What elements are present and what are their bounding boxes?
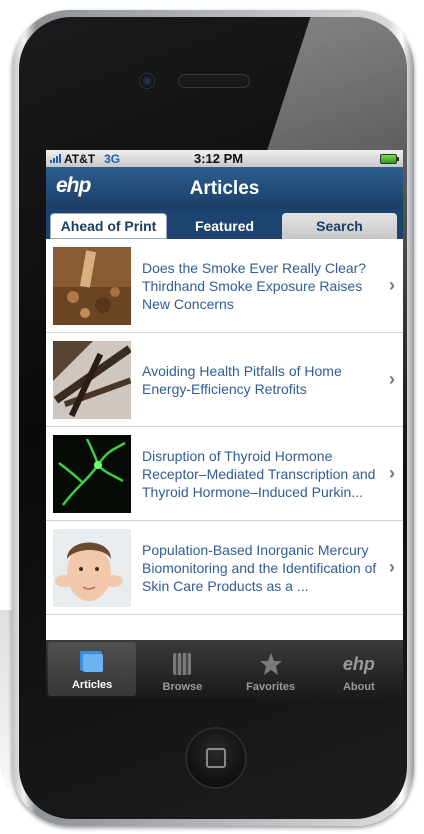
list-item[interactable]: Does the Smoke Ever Really Clear? Thirdh…	[46, 239, 403, 333]
tab-browse[interactable]: Browse	[138, 640, 226, 698]
tab-label: Browse	[162, 681, 203, 693]
chevron-right-icon: ›	[389, 369, 395, 389]
segment-control: Ahead of Print Featured Search	[46, 209, 403, 239]
signal-bars-icon	[50, 154, 61, 163]
article-title: Does the Smoke Ever Really Clear? Thirdh…	[142, 259, 367, 312]
tab-about[interactable]: ehp About	[315, 640, 403, 698]
front-camera	[139, 73, 155, 89]
article-title: Avoiding Health Pitfalls of Home Energy-…	[142, 362, 342, 397]
articles-icon	[78, 648, 106, 676]
nav-bar: ehp Articles	[46, 167, 403, 209]
app-screen: AT&T 3G 3:12 PM ehp Articles Ahead of Pr…	[46, 150, 403, 698]
green-neuron-thumbnail	[53, 434, 131, 513]
carrier-name: AT&T	[64, 151, 96, 166]
woman-face-cream-thumbnail	[53, 528, 131, 607]
status-bar: AT&T 3G 3:12 PM	[46, 150, 403, 167]
home-button[interactable]	[185, 727, 247, 789]
chevron-right-icon: ›	[389, 557, 395, 577]
tab-label: Favorites	[246, 681, 296, 693]
star-icon	[258, 650, 284, 678]
list-item[interactable]: Population-Based Inorganic Mercury Biomo…	[46, 521, 403, 615]
list-item[interactable]: Avoiding Health Pitfalls of Home Energy-…	[46, 333, 403, 427]
ehp-logo-icon: ehp	[342, 653, 375, 674]
tab-search[interactable]: Search	[282, 213, 397, 239]
chevron-right-icon: ›	[389, 275, 395, 295]
page-title: Articles	[189, 178, 260, 199]
battery-icon	[380, 154, 399, 164]
tab-ahead-of-print[interactable]: Ahead of Print	[50, 213, 167, 239]
earpiece-speaker	[178, 74, 250, 88]
tab-featured[interactable]: Featured	[167, 213, 282, 239]
attic-beams-thumbnail	[53, 340, 131, 419]
tab-label: About	[342, 681, 375, 693]
article-title: Population-Based Inorganic Mercury Biomo…	[142, 541, 377, 594]
status-time: 3:12 PM	[194, 151, 244, 166]
home-square-icon	[206, 748, 226, 768]
cigarette-ash-thumbnail	[53, 246, 131, 325]
article-list: Does the Smoke Ever Really Clear? Thirdh…	[46, 239, 403, 615]
carrier-group: AT&T 3G	[50, 152, 120, 166]
browse-icon	[171, 650, 193, 678]
tab-favorites[interactable]: Favorites	[227, 640, 315, 698]
tab-label: Articles	[71, 679, 113, 691]
article-title: Disruption of Thyroid Hormone Receptor–M…	[142, 447, 376, 500]
list-item[interactable]: Disruption of Thyroid Hormone Receptor–M…	[46, 427, 403, 521]
tab-articles[interactable]: Articles	[48, 642, 137, 696]
tab-bar: Articles Browse Favorites ehp About	[46, 640, 403, 698]
network-type: 3G	[104, 151, 121, 166]
chevron-right-icon: ›	[389, 463, 395, 483]
